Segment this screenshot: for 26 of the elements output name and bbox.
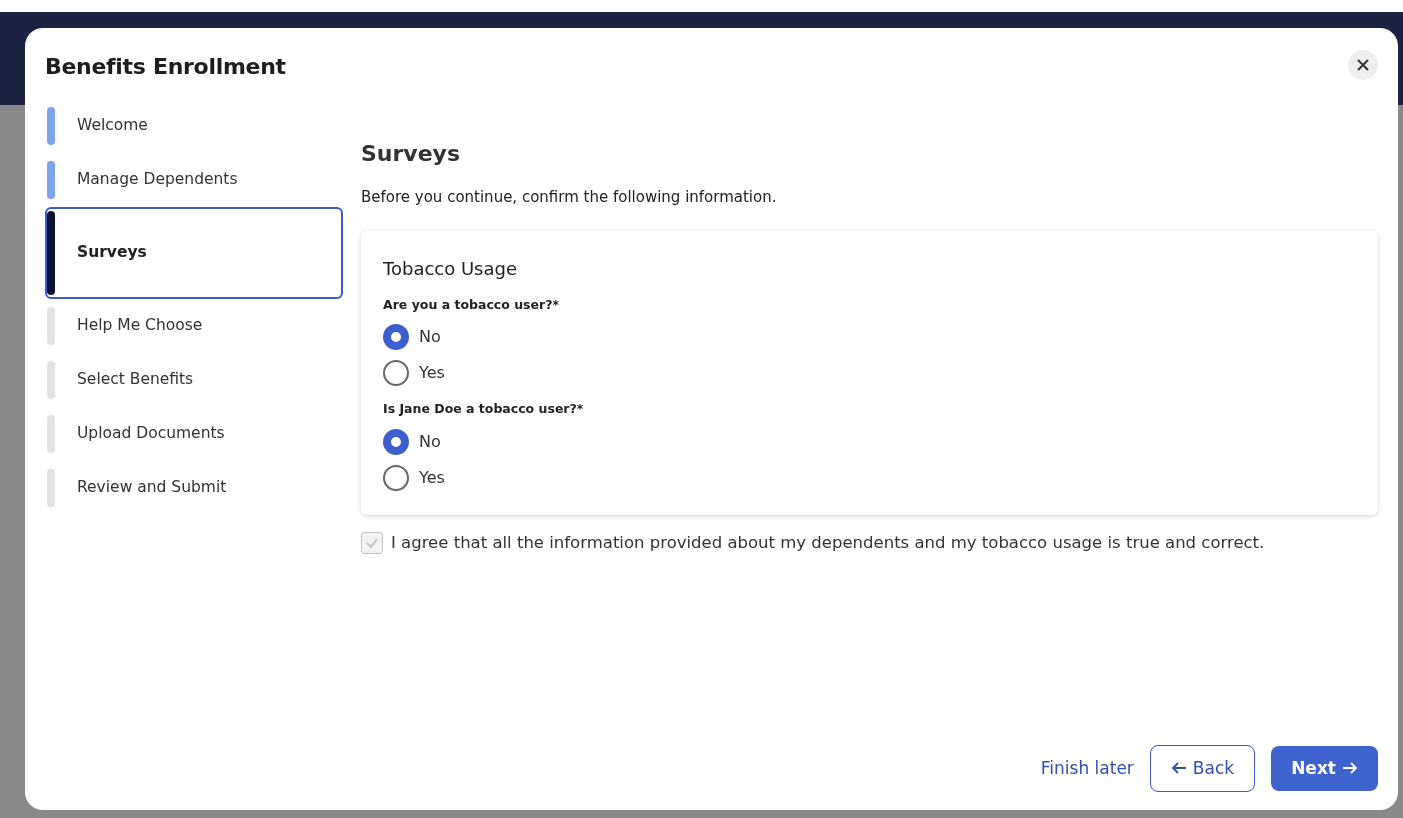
- radio-option[interactable]: No: [383, 324, 441, 351]
- step-item[interactable]: Review and Submit: [45, 461, 343, 515]
- arrow-right-icon: [1342, 761, 1358, 776]
- close-button[interactable]: [1348, 50, 1378, 80]
- question-label: Are you a tobacco user?*: [383, 295, 560, 314]
- step-item[interactable]: Upload Documents: [45, 407, 343, 461]
- step-item[interactable]: Select Benefits: [45, 353, 343, 407]
- finish-later-link[interactable]: Finish later: [1040, 755, 1134, 781]
- back-button[interactable]: Back: [1149, 744, 1256, 792]
- page-heading: Surveys: [361, 140, 462, 168]
- agreement-text: I agree that all the information provided about my dependents and my tobacco usage is true and correct.: [391, 532, 1265, 554]
- modal-title: Benefits Enrollment: [45, 53, 286, 81]
- radio-option[interactable]: Yes: [383, 360, 445, 387]
- radio-option[interactable]: Yes: [383, 465, 445, 491]
- step-item[interactable]: Welcome: [45, 99, 343, 153]
- intro-text: Before you continue, confirm the following information.: [361, 187, 778, 208]
- question-label: Is Jane Doe a tobacco user?*: [383, 400, 585, 419]
- radio-option[interactable]: No: [383, 429, 441, 455]
- step-item[interactable]: Surveys: [45, 207, 343, 299]
- step-item[interactable]: Manage Dependents: [45, 153, 343, 207]
- arrow-left-icon: [1170, 761, 1187, 776]
- step-item[interactable]: Help Me Choose: [45, 299, 343, 353]
- next-button[interactable]: Next: [1271, 745, 1378, 791]
- survey-title: Tobacco Usage: [383, 256, 518, 281]
- close-icon: [1357, 59, 1369, 71]
- checkmark-icon: [365, 536, 379, 551]
